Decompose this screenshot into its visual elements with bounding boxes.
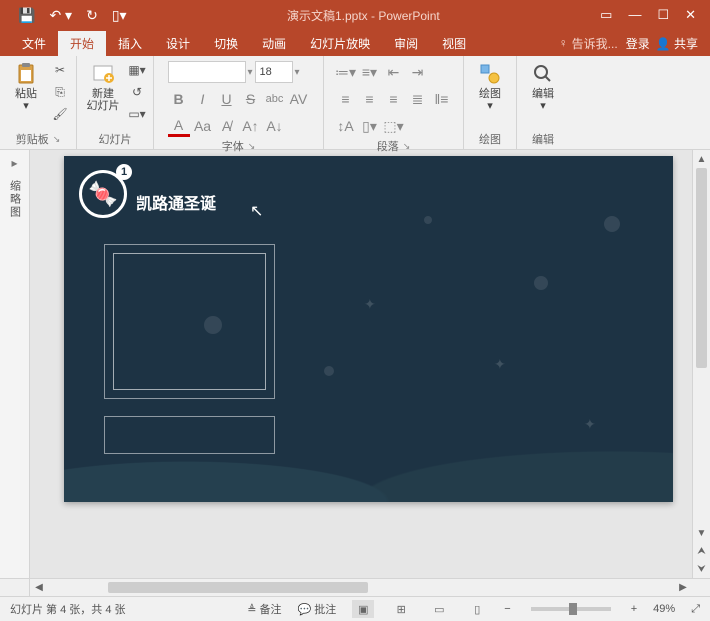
editing-button[interactable]: 编辑▾ — [523, 60, 563, 114]
strike-icon[interactable]: S — [240, 88, 262, 110]
tab-insert[interactable]: 插入 — [106, 31, 154, 56]
clear-format-icon[interactable]: A̸ — [216, 115, 238, 137]
tab-animations[interactable]: 动画 — [250, 31, 298, 56]
grow-font-icon[interactable]: A↑ — [240, 115, 262, 137]
bold-icon[interactable]: B — [168, 88, 190, 110]
comments-button[interactable]: 💬 批注 — [298, 601, 337, 617]
redo-icon[interactable]: ↻ — [86, 7, 98, 24]
expand-thumbnails-icon[interactable]: ▸ — [11, 156, 17, 170]
tab-transitions[interactable]: 切换 — [202, 31, 250, 56]
shrink-font-icon[interactable]: A↓ — [264, 115, 286, 137]
font-color-icon[interactable]: A — [168, 115, 190, 137]
group-clipboard: 粘贴▾ ✂ ⎘ 🖌 剪贴板↘ — [0, 56, 77, 149]
title-bar: 💾 ↶ ▾ ↻ ▯▾ 演示文稿1.pptx - PowerPoint ▭ — ☐… — [0, 0, 710, 30]
scroll-up-icon[interactable]: ▲ — [693, 150, 710, 168]
ribbon-options-icon[interactable]: ▭ — [600, 7, 612, 23]
notes-button[interactable]: ≜ 备注 — [247, 601, 281, 617]
scroll-down-icon[interactable]: ▼ — [693, 524, 710, 542]
horizontal-scrollbar[interactable]: ◀ ▶ — [0, 578, 710, 596]
vertical-scrollbar[interactable]: ▲ ▼ ⮝ ⮟ — [692, 150, 710, 578]
align-center-icon[interactable]: ≡ — [359, 88, 381, 110]
slide-counter: 幻灯片 第 4 张，共 4 张 — [10, 601, 126, 617]
cursor-icon: ↖ — [250, 201, 263, 221]
reset-icon[interactable]: ↺ — [127, 82, 147, 102]
scroll-right-icon[interactable]: ▶ — [674, 579, 692, 596]
zoom-level[interactable]: 49% — [653, 603, 675, 615]
maximize-icon[interactable]: ☐ — [657, 7, 669, 23]
layout-icon[interactable]: ▦▾ — [127, 60, 147, 80]
slide-badge: 1 — [116, 164, 132, 180]
tab-file[interactable]: 文件 — [10, 31, 58, 56]
numbering-icon[interactable]: ≡▾ — [359, 61, 381, 83]
drawing-button[interactable]: 绘图▾ — [470, 60, 510, 114]
window-title: 演示文稿1.pptx - PowerPoint — [127, 7, 601, 24]
text-placeholder[interactable] — [104, 416, 275, 454]
hscroll-thumb[interactable] — [108, 582, 368, 593]
section-icon[interactable]: ▭▾ — [127, 104, 147, 124]
text-direction-icon[interactable]: ↕A — [335, 115, 357, 137]
indent-dec-icon[interactable]: ⇤ — [383, 61, 405, 83]
group-font: ▾ ▾ B I U S abc AV A Aa A̸ A↑ A↓ 字体↘ — [154, 56, 324, 149]
tab-view[interactable]: 视图 — [430, 31, 478, 56]
status-bar: 幻灯片 第 4 张，共 4 张 ≜ 备注 💬 批注 ▣ ⊞ ▭ ▯ − + 49… — [0, 596, 710, 621]
zoom-in-icon[interactable]: + — [631, 603, 637, 615]
slide-editor[interactable]: ✦ ✦ ✦ 🍬 1 凯路通圣诞 ↖ — [30, 150, 692, 578]
work-area: ▸ 缩略图 ✦ ✦ ✦ 🍬 1 凯路通圣诞 ↖ ▲ ▼ ⮝ ⮟ — [0, 150, 710, 578]
scroll-thumb[interactable] — [696, 168, 707, 368]
tab-review[interactable]: 审阅 — [382, 31, 430, 56]
font-size-input[interactable] — [255, 61, 293, 83]
fit-to-window-icon[interactable]: ⤢ — [691, 603, 700, 616]
tab-home[interactable]: 开始 — [58, 31, 106, 56]
align-left-icon[interactable]: ≡ — [335, 88, 357, 110]
shadow-icon[interactable]: abc — [264, 88, 286, 110]
save-icon[interactable]: 💾 — [18, 7, 35, 24]
thumbnail-pane[interactable]: ▸ 缩略图 — [0, 150, 30, 578]
copy-icon[interactable]: ⎘ — [50, 82, 70, 102]
bulb-icon: ♀ — [559, 36, 568, 50]
close-icon[interactable]: ✕ — [685, 7, 696, 23]
share-button[interactable]: 👤 共享 — [656, 35, 698, 52]
group-drawing: 绘图▾ 绘图 — [464, 56, 517, 149]
paste-button[interactable]: 粘贴▾ — [6, 60, 46, 114]
italic-icon[interactable]: I — [192, 88, 214, 110]
indent-inc-icon[interactable]: ⇥ — [407, 61, 429, 83]
ribbon: 粘贴▾ ✂ ⎘ 🖌 剪贴板↘ 新建 幻灯片 ▦▾ ↺ ▭▾ 幻灯片 — [0, 56, 710, 150]
spacing-icon[interactable]: AV — [288, 88, 310, 110]
content-placeholder[interactable] — [104, 244, 275, 399]
undo-icon[interactable]: ↶ ▾ — [49, 7, 72, 24]
align-text-icon[interactable]: ▯▾ — [359, 115, 381, 137]
justify-icon[interactable]: ≣ — [407, 88, 429, 110]
line-spacing-icon[interactable]: ‖≡ — [431, 88, 453, 110]
ribbon-tabs: 文件 开始 插入 设计 切换 动画 幻灯片放映 审阅 视图 ♀告诉我... 登录… — [0, 30, 710, 56]
font-name-input[interactable] — [168, 61, 246, 83]
change-case-icon[interactable]: Aa — [192, 115, 214, 137]
zoom-slider[interactable] — [531, 607, 611, 611]
next-slide-icon[interactable]: ⮟ — [693, 560, 710, 578]
scroll-left-icon[interactable]: ◀ — [30, 579, 48, 596]
format-painter-icon[interactable]: 🖌 — [50, 104, 70, 124]
smartart-icon[interactable]: ⬚▾ — [383, 115, 405, 137]
group-paragraph: ≔▾ ≡▾ ⇤ ⇥ ≡ ≡ ≡ ≣ ‖≡ ↕A ▯▾ ⬚▾ 段落↘ — [324, 56, 464, 149]
group-editing: 编辑▾ 编辑 — [517, 56, 569, 149]
cut-icon[interactable]: ✂ — [50, 60, 70, 80]
align-right-icon[interactable]: ≡ — [383, 88, 405, 110]
new-slide-button[interactable]: 新建 幻灯片 — [83, 60, 123, 114]
tab-slideshow[interactable]: 幻灯片放映 — [298, 31, 382, 56]
prev-slide-icon[interactable]: ⮝ — [693, 542, 710, 560]
start-from-beginning-icon[interactable]: ▯▾ — [112, 7, 127, 24]
thumbnails-label: 缩略图 — [7, 180, 23, 219]
tell-me[interactable]: ♀告诉我... — [551, 31, 626, 56]
bullets-icon[interactable]: ≔▾ — [335, 61, 357, 83]
slide-title[interactable]: 凯路通圣诞 — [136, 190, 216, 214]
login-button[interactable]: 登录 — [626, 35, 650, 52]
slide-canvas[interactable]: ✦ ✦ ✦ 🍬 1 凯路通圣诞 ↖ — [64, 156, 673, 502]
underline-icon[interactable]: U — [216, 88, 238, 110]
minimize-icon[interactable]: — — [628, 7, 641, 23]
zoom-out-icon[interactable]: − — [504, 603, 510, 615]
clipboard-dialog-icon[interactable]: ↘ — [53, 134, 61, 145]
group-slides: 新建 幻灯片 ▦▾ ↺ ▭▾ 幻灯片 — [77, 56, 154, 149]
tab-design[interactable]: 设计 — [154, 31, 202, 56]
